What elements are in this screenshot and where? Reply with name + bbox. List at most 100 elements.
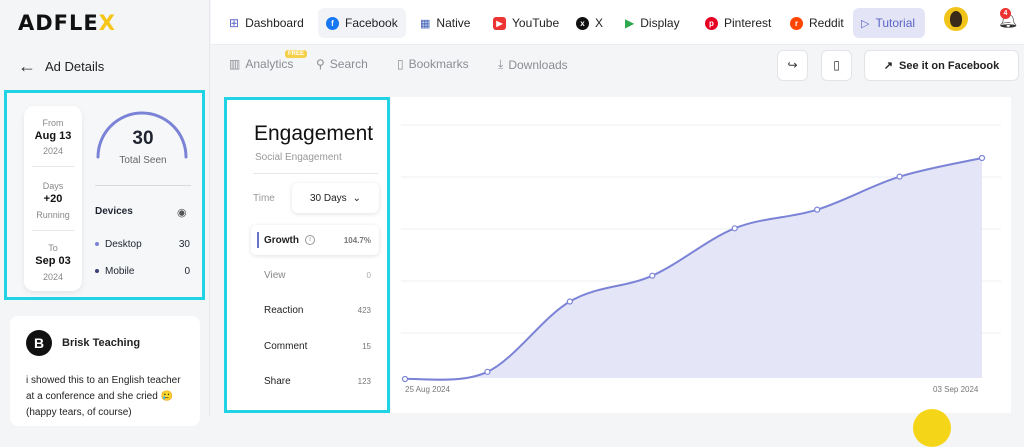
pinterest-icon: p <box>705 16 718 30</box>
metric-name: Growth <box>264 234 299 246</box>
device-name: Mobile <box>105 266 135 277</box>
subnav-search[interactable]: ⚲ Search <box>316 57 368 71</box>
engagement-subtitle: Social Engagement <box>255 152 342 163</box>
metric-value: 423 <box>357 305 371 315</box>
tutorial-button[interactable]: ▷ Tutorial <box>853 8 925 38</box>
back-arrow-icon[interactable]: ← <box>18 56 36 77</box>
tab-native[interactable]: ▦ Native <box>412 8 478 38</box>
time-value: 30 Days <box>309 192 347 204</box>
time-range-select[interactable]: 30 Days ⌄ <box>292 183 379 213</box>
reddit-icon: r <box>790 16 803 30</box>
desktop-dot <box>95 242 99 247</box>
x-tick-label: 25 Aug 2024 <box>405 385 450 394</box>
avatar[interactable] <box>944 7 968 31</box>
search-icon: ⚲ <box>316 57 325 71</box>
avatar: B <box>26 330 52 356</box>
tab-label: Tutorial <box>875 16 916 30</box>
eye-icon[interactable]: ◉ <box>177 206 187 219</box>
external-link-icon: ↗ <box>883 60 893 72</box>
share-icon: ↪ <box>787 58 798 72</box>
date-range-card: From Aug 13 2024 Days +20 Running To Sep… <box>24 106 82 291</box>
metric-value: 15 <box>362 341 371 351</box>
days-value: +20 <box>43 193 63 205</box>
metric-view[interactable]: View 0 <box>251 260 379 290</box>
subnav-bookmarks[interactable]: ▯ Bookmarks <box>397 57 469 71</box>
subnav-analytics[interactable]: ▥ Analytics <box>229 57 293 71</box>
tab-label: Native <box>436 16 471 30</box>
comment-text: i showed this to an English teacher at a… <box>26 375 181 418</box>
tab-label: Reddit <box>809 16 844 30</box>
divider <box>95 185 191 186</box>
see-on-facebook-button[interactable]: ↗ See it on Facebook <box>864 50 1019 81</box>
data-point[interactable] <box>649 272 656 279</box>
tab-dashboard[interactable]: ⊞ Dashboard <box>221 8 312 38</box>
x-icon: x <box>576 16 589 30</box>
sidebar: ADFLEX ← Ad Details From Aug 13 2024 Day… <box>0 0 210 426</box>
grid-icon: ⊞ <box>229 16 240 30</box>
chat-bubble-button[interactable] <box>913 409 951 447</box>
free-badge: FREE <box>285 50 308 58</box>
comment-card: B Brisk Teaching i showed this to an Eng… <box>10 316 200 426</box>
to-year: 2024 <box>42 272 64 282</box>
tab-youtube[interactable]: ▶ YouTube <box>485 8 567 38</box>
growth-area-chart <box>401 124 1001 383</box>
area-fill <box>405 158 982 380</box>
play-icon: ▷ <box>861 17 870 30</box>
metric-name: View <box>264 269 286 281</box>
metric-share[interactable]: Share 123 <box>251 366 379 396</box>
metric-growth[interactable]: Growth i 104.7% <box>251 225 379 255</box>
data-point[interactable] <box>484 368 491 375</box>
bookmark-icon: ▯ <box>833 58 840 72</box>
mobile-dot <box>95 269 99 274</box>
devices-title: Devices <box>95 206 133 217</box>
display-icon: ▶ <box>625 16 635 30</box>
metric-value: 0 <box>366 270 371 280</box>
to-label: To <box>48 243 58 253</box>
days-label: Days <box>42 181 64 191</box>
comment-author: Brisk Teaching <box>62 337 141 349</box>
button-label: See it on Facebook <box>898 59 1000 72</box>
device-value: 30 <box>178 239 190 250</box>
data-point[interactable] <box>978 154 986 162</box>
total-seen-label: Total Seen <box>119 155 167 166</box>
data-point[interactable] <box>896 173 903 180</box>
from-year: 2024 <box>42 146 64 156</box>
x-tick-label: 03 Sep 2024 <box>933 385 979 394</box>
data-point[interactable] <box>566 298 573 305</box>
tab-display[interactable]: ▶ Display <box>617 8 688 38</box>
analytics-icon: ▥ <box>229 57 241 71</box>
metric-reaction[interactable]: Reaction 423 <box>251 295 379 325</box>
data-point[interactable] <box>814 206 821 213</box>
data-point[interactable] <box>731 225 738 232</box>
metric-name: Share <box>264 375 291 387</box>
days-status: Running <box>36 210 70 220</box>
chevron-down-icon: ⌄ <box>352 192 362 204</box>
native-icon: ▦ <box>420 17 431 30</box>
tab-facebook[interactable]: f Facebook <box>318 8 406 38</box>
notification-badge: 4 <box>1000 8 1011 19</box>
tab-reddit[interactable]: r Reddit <box>782 8 852 38</box>
tab-pinterest[interactable]: p Pinterest <box>697 8 779 38</box>
subnav-label: Search <box>329 57 368 71</box>
metric-name: Reaction <box>264 304 304 316</box>
info-icon[interactable]: i <box>305 235 315 245</box>
facebook-icon: f <box>326 16 339 30</box>
bookmark-button[interactable]: ▯ <box>821 50 852 81</box>
youtube-icon: ▶ <box>493 16 506 30</box>
share-button[interactable]: ↪ <box>777 50 808 81</box>
engagement-title: Engagement <box>254 122 374 145</box>
tab-x[interactable]: xX <box>568 8 611 38</box>
device-row-mobile: Mobile 0 <box>95 266 192 277</box>
from-date: Aug 13 <box>34 130 72 142</box>
subnav-downloads[interactable]: ⤓ Downloads <box>498 57 568 72</box>
logo[interactable]: ADFLEX <box>18 11 116 35</box>
subnav-label: Analytics <box>245 57 294 71</box>
download-icon: ⤓ <box>498 57 504 71</box>
metric-value: 123 <box>357 376 371 386</box>
device-value: 0 <box>184 266 190 277</box>
data-point[interactable] <box>401 375 409 383</box>
ad-summary-card: From Aug 13 2024 Days +20 Running To Sep… <box>4 90 205 300</box>
metric-comment[interactable]: Comment 15 <box>251 331 379 361</box>
engagement-panel: Engagement Social Engagement Time 30 Day… <box>224 97 390 413</box>
time-label: Time <box>253 193 275 204</box>
